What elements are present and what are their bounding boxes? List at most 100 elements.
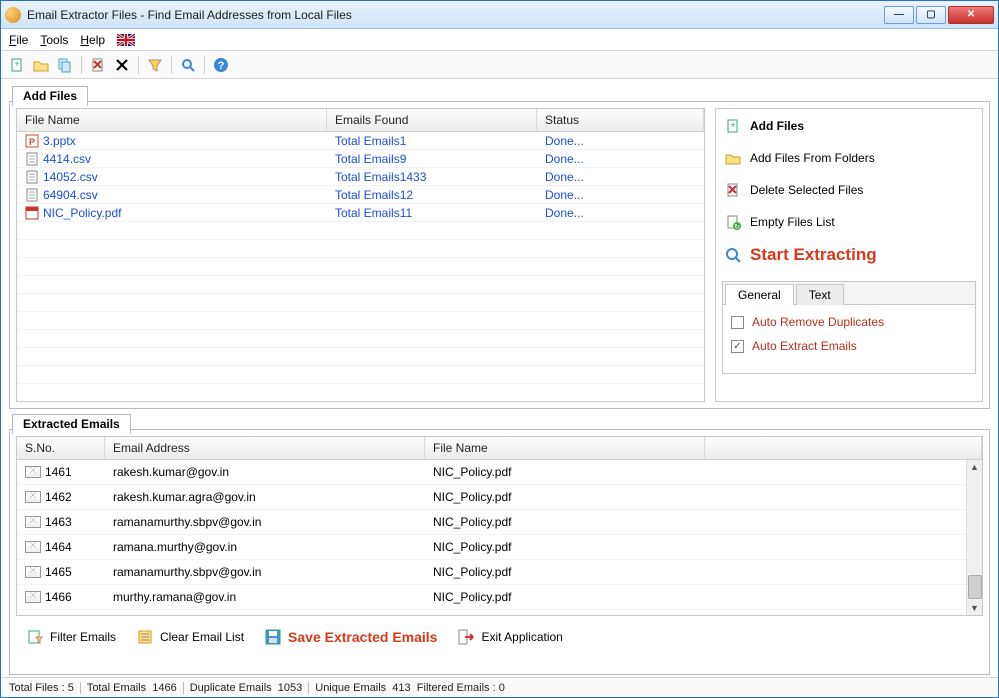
file-row[interactable]: NIC_Policy.pdfTotal Emails11Done...	[17, 204, 704, 222]
file-type-icon: P	[25, 134, 39, 148]
col-file-name[interactable]: File Name	[17, 109, 327, 131]
tab-general[interactable]: General	[725, 284, 794, 305]
email-row[interactable]: 1462rakesh.kumar.agra@gov.inNIC_Policy.p…	[17, 485, 982, 510]
status-cell: Done...	[537, 169, 704, 185]
window-title: Email Extractor Files - Find Email Addre…	[27, 8, 884, 22]
email-file-cell: NIC_Policy.pdf	[425, 564, 705, 580]
scroll-down-icon[interactable]: ▼	[968, 601, 982, 615]
status-unique-emails: Unique Emails 413 Filtered Emails : 0	[315, 682, 511, 694]
email-row[interactable]: 1464ramana.murthy@gov.inNIC_Policy.pdf	[17, 535, 982, 560]
email-file-cell: NIC_Policy.pdf	[425, 489, 705, 505]
svg-text:+: +	[14, 59, 19, 69]
action-empty-list[interactable]: ↻ Empty Files List	[722, 209, 976, 235]
tb-clear-icon[interactable]	[112, 55, 132, 75]
file-row[interactable]: 14052.csvTotal Emails1433Done...	[17, 168, 704, 186]
tb-add-file-icon[interactable]: +	[7, 55, 27, 75]
email-row[interactable]: 1463 ramanamurthy.sbpv@gov.inNIC_Policy.p…	[17, 510, 982, 535]
email-row[interactable]: 1461rakesh.kumar@gov.inNIC_Policy.pdf	[17, 460, 982, 485]
svg-text:↻: ↻	[734, 224, 740, 230]
language-flag-icon[interactable]	[117, 34, 135, 46]
sno-cell: 1465	[45, 565, 72, 579]
tab-extracted-emails[interactable]: Extracted Emails	[12, 414, 131, 434]
files-grid-body[interactable]: P3.pptxTotal Emails1Done...4414.csvTotal…	[17, 132, 704, 401]
clear-list-icon	[136, 628, 154, 646]
tb-filter-icon[interactable]	[145, 55, 165, 75]
col-status[interactable]: Status	[537, 109, 704, 131]
mail-icon	[25, 516, 41, 528]
exit-application-button[interactable]: Exit Application	[451, 626, 568, 648]
checkbox-auto-extract-emails[interactable]: ✓ Auto Extract Emails	[731, 339, 967, 353]
tb-add-folder-icon[interactable]	[31, 55, 51, 75]
email-cell: ramanamurthy.sbpv@gov.in	[105, 564, 425, 580]
col-emails-found[interactable]: Emails Found	[327, 109, 537, 131]
file-name-cell: 14052.csv	[43, 170, 98, 184]
tb-help-icon[interactable]: ?	[211, 55, 231, 75]
col-email-address[interactable]: Email Address	[105, 437, 425, 459]
folder-icon	[724, 149, 742, 167]
clear-email-list-button[interactable]: Clear Email List	[130, 626, 250, 648]
emails-grid-body[interactable]: 1461rakesh.kumar@gov.inNIC_Policy.pdf146…	[17, 460, 982, 610]
tb-search-icon[interactable]	[178, 55, 198, 75]
action-add-from-folders[interactable]: Add Files From Folders	[722, 145, 976, 171]
file-type-icon	[25, 206, 39, 220]
maximize-button[interactable]: ▢	[916, 6, 946, 24]
email-row[interactable]: 1465 ramanamurthy.sbpv@gov.inNIC_Policy.p…	[17, 560, 982, 585]
file-row-empty	[17, 222, 704, 240]
status-cell: Done...	[537, 133, 704, 149]
save-icon	[264, 628, 282, 646]
minimize-button[interactable]: —	[884, 6, 914, 24]
action-panel: + Add Files Add Files From Folders Delet…	[715, 108, 983, 402]
tb-copy-icon[interactable]	[55, 55, 75, 75]
menu-help[interactable]: Help	[80, 33, 105, 47]
action-start-extracting[interactable]: Start Extracting	[722, 241, 976, 269]
close-button[interactable]: ✕	[948, 6, 994, 24]
checkbox-icon	[731, 316, 744, 329]
emails-found-cell: Total Emails9	[327, 151, 537, 167]
file-type-icon	[25, 152, 39, 166]
file-name-cell: 64904.csv	[43, 188, 98, 202]
action-delete-selected[interactable]: Delete Selected Files	[722, 177, 976, 203]
scroll-thumb[interactable]	[968, 575, 982, 599]
file-name-cell: 3.pptx	[43, 134, 76, 148]
email-file-cell: NIC_Policy.pdf	[425, 514, 705, 530]
action-add-files[interactable]: + Add Files	[722, 113, 976, 139]
settings-panel: General Text Auto Remove Duplicates ✓ Au…	[722, 281, 976, 374]
file-row-empty	[17, 366, 704, 384]
svg-text:?: ?	[218, 60, 225, 72]
bottom-button-bar: Filter Emails Clear Email List Save Extr…	[16, 620, 983, 650]
file-row[interactable]: 64904.csvTotal Emails12Done...	[17, 186, 704, 204]
checkbox-auto-remove-duplicates[interactable]: Auto Remove Duplicates	[731, 315, 967, 329]
emails-found-cell: Total Emails1	[327, 133, 537, 149]
sno-cell: 1463	[45, 515, 72, 529]
col-sno[interactable]: S.No.	[17, 437, 105, 459]
file-row-empty	[17, 384, 704, 401]
emails-found-cell: Total Emails12	[327, 187, 537, 203]
menu-tools[interactable]: Tools	[40, 33, 68, 47]
extracted-emails-frame: Extracted Emails S.No. Email Address Fil…	[9, 429, 990, 675]
mail-icon	[25, 541, 41, 553]
status-cell: Done...	[537, 151, 704, 167]
filter-emails-button[interactable]: Filter Emails	[20, 626, 122, 648]
tb-delete-file-icon[interactable]	[88, 55, 108, 75]
save-extracted-emails-button[interactable]: Save Extracted Emails	[258, 626, 443, 648]
scroll-up-icon[interactable]: ▲	[968, 460, 982, 474]
file-row[interactable]: 4414.csvTotal Emails9Done...	[17, 150, 704, 168]
file-name-cell: NIC_Policy.pdf	[43, 206, 121, 220]
email-cell: ramanamurthy.sbpv@gov.in	[105, 514, 425, 530]
tab-add-files[interactable]: Add Files	[12, 86, 88, 106]
scrollbar[interactable]: ▲ ▼	[966, 460, 982, 615]
file-type-icon	[25, 188, 39, 202]
mail-icon	[25, 566, 41, 578]
svg-text:P: P	[29, 137, 35, 147]
menu-file[interactable]: File	[9, 33, 28, 47]
file-row-empty	[17, 312, 704, 330]
email-row[interactable]: 1466murthy.ramana@gov.inNIC_Policy.pdf	[17, 585, 982, 610]
menubar: File Tools Help	[1, 29, 998, 51]
status-total-emails: Total Emails 1466	[87, 682, 184, 694]
file-row[interactable]: P 3.pptx Total Emails1Done...	[17, 132, 704, 150]
email-file-cell: NIC_Policy.pdf	[425, 464, 705, 480]
emails-grid: S.No. Email Address File Name 1461rakesh…	[16, 436, 983, 616]
app-icon	[5, 7, 21, 23]
tab-text[interactable]: Text	[796, 284, 844, 305]
col-email-file-name[interactable]: File Name	[425, 437, 705, 459]
